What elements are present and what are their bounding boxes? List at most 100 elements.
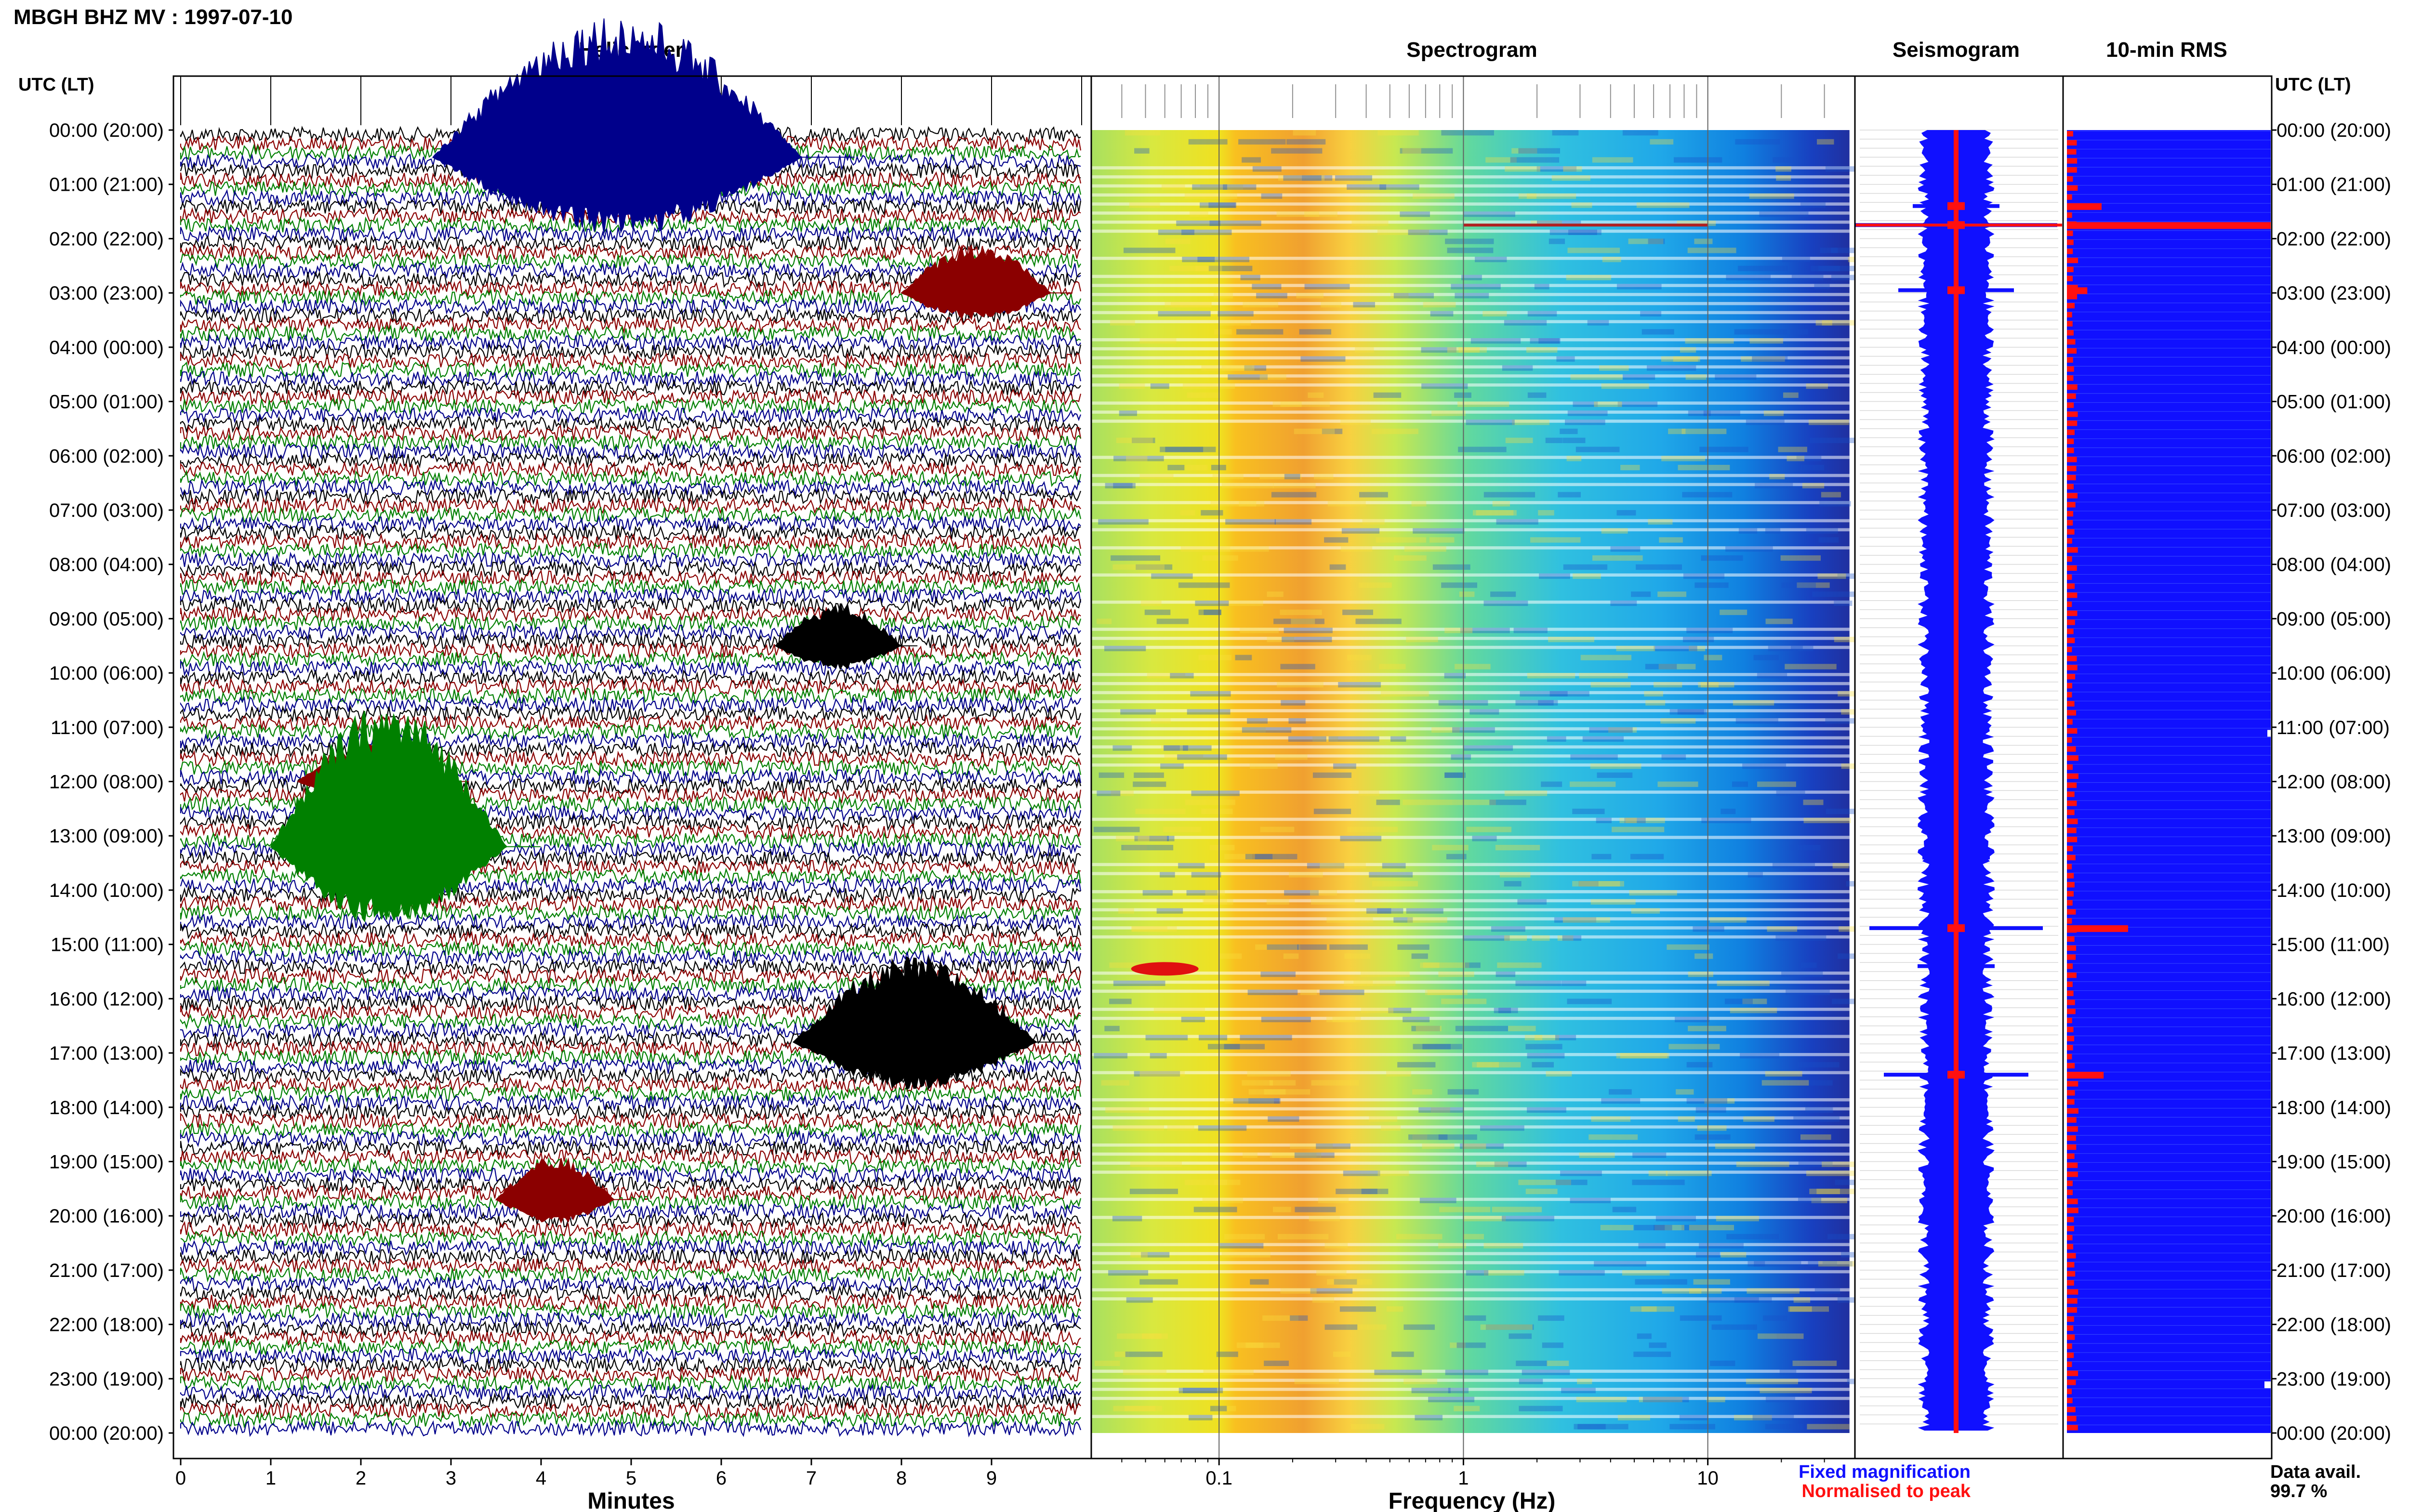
rms-bar xyxy=(2067,1162,2078,1168)
rms-bar xyxy=(2067,972,2077,978)
data-availability-label: Data avail. xyxy=(2270,1462,2361,1482)
rms-bar xyxy=(2067,1325,2074,1331)
rms-bar xyxy=(2067,1144,2077,1150)
rms-bar xyxy=(2067,1181,2073,1186)
rms-bar xyxy=(2067,1208,2078,1213)
rms-bar xyxy=(2067,1045,2073,1051)
helicorder-tick-label: 5 xyxy=(626,1468,636,1489)
helicorder-xlabel: Minutes xyxy=(587,1488,675,1512)
rms-bar xyxy=(2067,801,2077,806)
hour-label-left: 21:00 (17:00) xyxy=(49,1260,164,1281)
rms-bar xyxy=(2067,1343,2072,1349)
rms-bar xyxy=(2067,674,2076,680)
rms-bar xyxy=(2067,257,2078,263)
hour-label-right: 17:00 (13:00) xyxy=(2277,1043,2391,1064)
rms-bar xyxy=(2067,873,2074,879)
rms-bar xyxy=(2067,1235,2073,1241)
spectrogram-panel xyxy=(1091,76,1893,1459)
rms-bar xyxy=(2067,447,2074,453)
rms-bar xyxy=(2067,864,2072,869)
rms-bar xyxy=(2067,266,2074,273)
rms-bar xyxy=(2067,1280,2074,1286)
rms-bar xyxy=(2067,1189,2073,1196)
rms-bar xyxy=(2067,212,2072,218)
rms-bar xyxy=(2067,592,2078,598)
rms-background xyxy=(2067,130,2271,1433)
rms-bar xyxy=(2067,1271,2076,1277)
rms-bar xyxy=(2067,1352,2074,1358)
hour-label-right: 10:00 (06:00) xyxy=(2277,663,2391,684)
hour-label-left: 02:00 (22:00) xyxy=(49,228,164,250)
helicorder-tick-label: 4 xyxy=(536,1468,546,1489)
rms-bar xyxy=(2067,1244,2073,1249)
hour-label-left: 09:00 (05:00) xyxy=(49,608,164,630)
rms-bar xyxy=(2067,520,2073,526)
rms-bar xyxy=(2067,131,2073,137)
hour-label-right: 14:00 (10:00) xyxy=(2277,880,2391,901)
rms-bar xyxy=(2067,312,2072,317)
hour-label-left: 08:00 (04:00) xyxy=(49,554,164,576)
rms-panel xyxy=(2063,76,2272,1459)
right-axis-title: UTC (LT) xyxy=(2275,75,2351,95)
rms-bar xyxy=(2067,1108,2078,1114)
rms-bar xyxy=(2067,339,2076,345)
hour-label-right: 06:00 (02:00) xyxy=(2277,446,2391,467)
rms-bar xyxy=(2067,1289,2078,1295)
helicorder-tick-label: 8 xyxy=(896,1468,907,1489)
rms-bar xyxy=(2067,185,2078,191)
seismogram-panel xyxy=(1855,76,2063,1459)
rms-bar xyxy=(2067,302,2075,309)
rms-bar xyxy=(2067,1217,2074,1223)
hour-label-left: 20:00 (16:00) xyxy=(49,1206,164,1227)
rms-bar xyxy=(2067,610,2078,616)
rms-bar xyxy=(2067,945,2077,951)
rms-bar xyxy=(2067,782,2077,788)
rms-bar xyxy=(2067,692,2072,697)
spectrogram-tick-label: 1 xyxy=(1458,1468,1469,1489)
rms-bar xyxy=(2067,719,2073,725)
hour-label-right: 11:00 (07:00) xyxy=(2277,717,2390,738)
rms-peak xyxy=(2067,222,2271,229)
hour-label-right: 21:00 (17:00) xyxy=(2277,1260,2391,1281)
rms-bar xyxy=(2067,1009,2076,1014)
rms-bar xyxy=(2067,565,2077,571)
rms-bar xyxy=(2067,502,2076,508)
rms-bar xyxy=(2067,918,2072,924)
hour-label-right: 12:00 (08:00) xyxy=(2277,772,2391,793)
rms-peak xyxy=(2067,203,2102,210)
helicorder-tick-label: 6 xyxy=(716,1468,727,1489)
hour-label-left: 06:00 (02:00) xyxy=(49,446,164,467)
rms-bar xyxy=(2067,1054,2072,1060)
rms-bar xyxy=(2067,963,2073,969)
hour-label-left: 18:00 (14:00) xyxy=(49,1097,164,1118)
rms-bar xyxy=(2067,348,2077,354)
rms-bar xyxy=(2067,1307,2077,1313)
rms-bar xyxy=(2067,1090,2075,1096)
rms-bar xyxy=(2067,837,2078,842)
legend-normalised-to-peak: Normalised to peak xyxy=(1801,1481,1971,1501)
rms-bar xyxy=(2067,276,2073,281)
hour-label-left: 12:00 (08:00) xyxy=(49,772,164,793)
rms-bar xyxy=(2067,791,2075,797)
rms-bar xyxy=(2067,484,2074,489)
data-availability-value: 99.7 % xyxy=(2270,1481,2327,1501)
hour-label-right: 15:00 (11:00) xyxy=(2277,934,2390,956)
rms-bar xyxy=(2067,954,2076,960)
rms-bar xyxy=(2067,1026,2074,1032)
rms-bar xyxy=(2067,637,2075,644)
rms-bar xyxy=(2067,1316,2074,1322)
hour-label-left: 00:00 (20:00) xyxy=(49,1423,164,1444)
spectrogram-hotspot xyxy=(1131,962,1199,976)
rms-bar xyxy=(2067,773,2078,779)
hour-label-left: 22:00 (18:00) xyxy=(49,1315,164,1336)
rms-peak xyxy=(2067,1072,2104,1079)
hour-label-right: 00:00 (20:00) xyxy=(2277,1423,2391,1444)
hour-label-right: 19:00 (15:00) xyxy=(2277,1151,2391,1172)
rms-bar xyxy=(2067,828,2077,833)
rms-bar xyxy=(2067,547,2078,553)
rms-bar xyxy=(2067,511,2073,517)
rms-bar xyxy=(2067,583,2075,589)
hour-label-left: 03:00 (23:00) xyxy=(49,283,164,304)
rms-bar xyxy=(2067,746,2076,752)
rms-bar xyxy=(2067,1153,2075,1159)
